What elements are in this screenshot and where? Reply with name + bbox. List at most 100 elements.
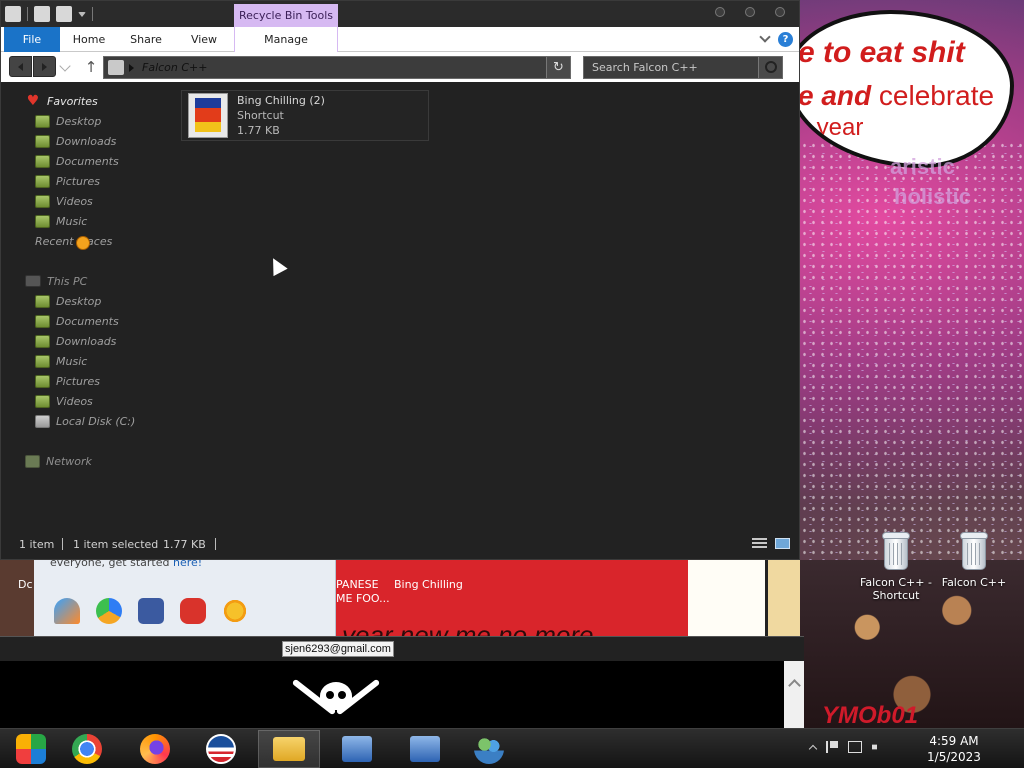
clock-time: 4:59 AM [929, 734, 979, 748]
window-controls [715, 7, 785, 17]
sun-icon[interactable] [222, 598, 248, 624]
sidebar-item-pc-downloads[interactable]: Downloads [35, 332, 116, 350]
sidebar-item-local-disk[interactable]: Local Disk (C:) [35, 412, 135, 430]
back-button[interactable] [9, 56, 32, 77]
sidebar-item-desktop[interactable]: Desktop [35, 112, 101, 130]
maximize-button[interactable] [745, 7, 755, 17]
help-icon[interactable]: ? [778, 32, 793, 47]
butterfly-icon[interactable] [54, 598, 80, 624]
sidebar-item-pc-desktop[interactable]: Desktop [35, 292, 101, 310]
close-button[interactable] [775, 7, 785, 17]
taskbar-media-center[interactable] [0, 730, 62, 768]
breadcrumb-arrow-icon[interactable] [129, 64, 134, 72]
background-left-strip: Dc [0, 556, 34, 640]
tab-manage[interactable]: Manage [234, 27, 338, 52]
taskbar-campaign-logo[interactable] [190, 730, 252, 768]
tiles-view-button[interactable] [775, 538, 790, 549]
sidebar-item-label: Recent places [35, 234, 113, 248]
recent-locations-chevron-icon[interactable] [59, 60, 71, 72]
sidebar-item-documents[interactable]: Documents [35, 152, 119, 170]
volume-icon[interactable] [872, 741, 884, 753]
system-clock[interactable]: 4:59 AM 1/5/2023 [906, 733, 1002, 765]
search-input[interactable]: Search Falcon C++ [592, 61, 698, 74]
network-status-icon[interactable] [848, 741, 862, 753]
taskbar-chrome[interactable] [56, 730, 118, 768]
title-bar[interactable]: Recycle Bin Tools [1, 1, 799, 27]
show-hidden-icons-chevron-icon[interactable] [808, 744, 818, 754]
window-menu-icon[interactable] [5, 6, 21, 22]
sidebar-item-recent-places[interactable]: Recent places [35, 232, 112, 250]
desktop-icon-falcon[interactable]: Falcon C++ [938, 530, 1010, 589]
sidebar-item-pc-documents[interactable]: Documents [35, 312, 119, 330]
file-list[interactable]: Bing Chilling (2) Shortcut 1.77 KB [171, 82, 799, 527]
taskbar-file-explorer[interactable] [258, 730, 320, 768]
background-red-panel: PANESE ME FOO... Bing Chilling year new m… [336, 556, 688, 640]
new-folder-icon[interactable] [56, 6, 72, 22]
sidebar-item-network[interactable]: Network [25, 452, 92, 470]
navigation-pane: ♥ Favorites Desktop Downloads Documents P… [1, 82, 171, 527]
taskbar-remote-desktop-2[interactable] [394, 730, 456, 768]
facebook-icon[interactable] [138, 598, 164, 624]
desktop-icon-falcon-shortcut[interactable]: Falcon C++ - Shortcut [860, 530, 932, 602]
sidebar-item-favorites[interactable]: ♥ Favorites [25, 92, 98, 110]
explorer-window[interactable]: Recycle Bin Tools File Home Share View M… [0, 0, 800, 560]
scrollbar[interactable] [784, 661, 804, 728]
sidebar-item-this-pc[interactable]: This PC [25, 272, 87, 290]
properties-icon[interactable] [34, 6, 50, 22]
sidebar-item-label: Downloads [56, 134, 117, 148]
firefox-icon [140, 734, 170, 764]
background-left-label: Dc [18, 578, 33, 591]
browser-top-strip: sjen6293@gmail.com [0, 636, 804, 661]
search-box[interactable]: Search Falcon C++ [583, 56, 783, 79]
taskbar-users[interactable] [458, 730, 520, 768]
refresh-button[interactable]: ↻ [546, 57, 570, 78]
cartoon-bubble [688, 556, 768, 640]
sidebar-item-label: Music [56, 354, 88, 368]
clock-date: 1/5/2023 [927, 750, 981, 764]
up-button[interactable]: ↑ [83, 58, 99, 76]
sidebar-item-pc-music[interactable]: Music [35, 352, 87, 370]
tab-file[interactable]: File [4, 27, 60, 52]
breadcrumb[interactable]: Falcon C++ [142, 61, 207, 74]
tab-share[interactable]: Share [119, 27, 173, 52]
pirate-flag-logo [290, 678, 382, 728]
background-cartoon-panel [688, 556, 800, 640]
tab-view[interactable]: View [179, 27, 229, 52]
desktop-icon-label: Falcon C++ [941, 576, 1007, 589]
sidebar-item-downloads[interactable]: Downloads [35, 132, 116, 150]
sidebar-item-pc-videos[interactable]: Videos [35, 392, 93, 410]
background-file-label[interactable]: Bing Chilling [394, 578, 463, 591]
forward-button[interactable] [33, 56, 56, 77]
music-folder-icon [35, 354, 50, 368]
youtube-icon[interactable] [180, 598, 206, 624]
sidebar-item-music[interactable]: Music [35, 212, 87, 230]
wallpaper-overlay-word: holistic [894, 184, 972, 209]
taskbar-remote-desktop-1[interactable] [326, 730, 388, 768]
address-bar[interactable]: Falcon C++ ↻ [103, 56, 571, 79]
customize-toolbar-chevron-icon[interactable] [78, 11, 86, 17]
details-view-button[interactable] [752, 538, 767, 549]
quick-access-toolbar [5, 6, 93, 22]
search-icon[interactable] [758, 57, 782, 78]
sidebar-item-videos[interactable]: Videos [35, 192, 93, 210]
file-item[interactable]: Bing Chilling (2) Shortcut 1.77 KB [181, 90, 429, 141]
toolbar-divider [27, 7, 28, 21]
sidebar-item-pictures[interactable]: Pictures [35, 172, 100, 190]
expand-ribbon-chevron-icon[interactable] [759, 31, 771, 43]
taskbar-firefox[interactable] [124, 730, 186, 768]
tab-home[interactable]: Home [63, 27, 115, 52]
background-window[interactable]: Dc everyone, get started here! PANESE ME … [0, 556, 800, 640]
recent-places-icon [76, 236, 91, 250]
c-logo-icon[interactable] [96, 598, 122, 624]
videos-folder-icon [35, 194, 50, 208]
wallpaper-text-line2: e and celebrate [798, 80, 994, 112]
background-file-label[interactable]: PANESE ME FOO... [336, 578, 390, 606]
email-field[interactable]: sjen6293@gmail.com [282, 641, 394, 657]
action-center-flag-icon[interactable] [826, 741, 838, 753]
navigation-bar: ↑ Falcon C++ ↻ Search Falcon C++ [1, 52, 799, 82]
minimize-button[interactable] [715, 7, 725, 17]
downloads-folder-icon [35, 134, 50, 148]
sidebar-item-pc-pictures[interactable]: Pictures [35, 372, 100, 390]
sidebar-item-label: Downloads [56, 334, 117, 348]
browser-window[interactable]: sjen6293@gmail.com [0, 636, 804, 728]
